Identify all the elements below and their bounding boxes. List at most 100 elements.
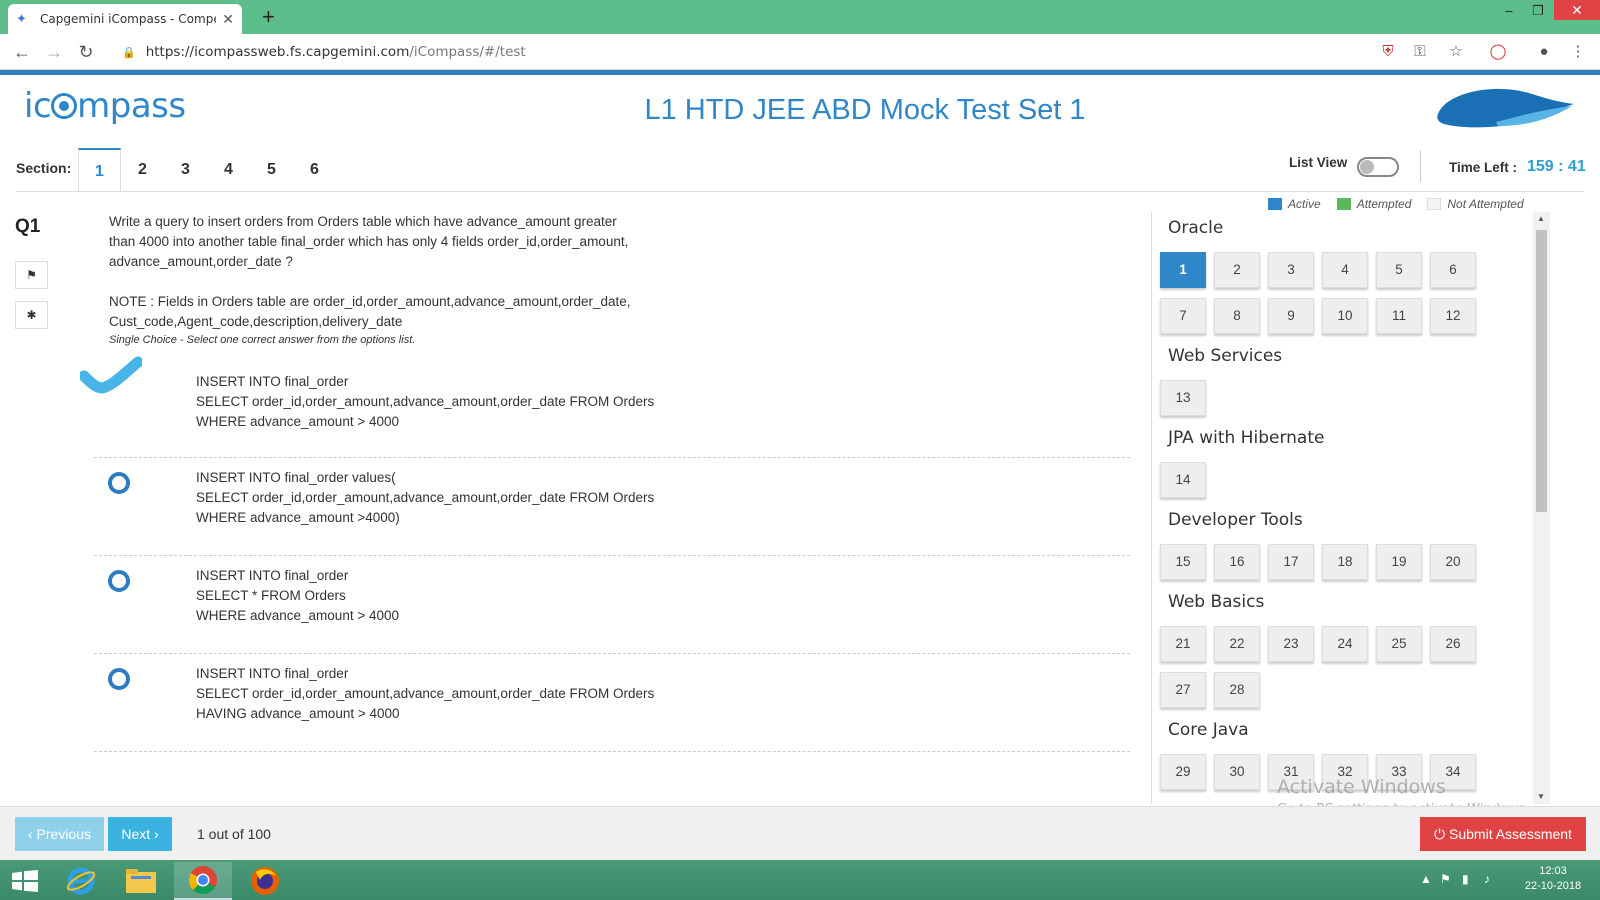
question-nav-button[interactable]: 12 [1430, 298, 1476, 334]
question-nav-button[interactable]: 15 [1160, 544, 1206, 580]
section-tab-2[interactable]: 2 [121, 148, 164, 192]
option-2[interactable]: INSERT INTO final_order values( SELECT o… [94, 458, 1130, 556]
legend-attempted-label: Attempted [1356, 197, 1412, 211]
tray-expand-icon[interactable]: ▲ [1420, 872, 1432, 886]
section-tab-6[interactable]: 6 [293, 148, 336, 192]
question-nav-button[interactable]: 18 [1322, 544, 1368, 580]
question-nav-button[interactable]: 19 [1376, 544, 1422, 580]
scroll-up-icon[interactable]: ▲ [1537, 214, 1545, 223]
internet-explorer-icon[interactable] [52, 862, 110, 900]
question-nav-button[interactable]: 27 [1160, 672, 1206, 708]
taskbar-clock[interactable]: 12:03 22-10-2018 [1518, 864, 1588, 894]
back-icon[interactable]: ← [10, 40, 34, 64]
chrome-icon[interactable] [174, 862, 232, 900]
firefox-icon[interactable] [236, 862, 294, 900]
question-nav-button[interactable]: 11 [1376, 298, 1422, 334]
network-icon[interactable]: ▮ [1462, 872, 1469, 886]
scroll-thumb[interactable] [1536, 230, 1547, 512]
option-3-text: INSERT INTO final_order SELECT * FROM Or… [196, 568, 399, 623]
question-nav-button[interactable]: 23 [1268, 626, 1314, 662]
option-1-text: INSERT INTO final_order SELECT order_id,… [196, 374, 655, 429]
tab-title: Capgemini iCompass - Competen [40, 12, 216, 26]
question-nav-button[interactable]: 16 [1214, 544, 1260, 580]
question-nav-button[interactable]: 9 [1268, 298, 1314, 334]
question-nav-button[interactable]: 24 [1322, 626, 1368, 662]
restore-icon[interactable]: ❐ [1524, 0, 1552, 22]
legend-active-swatch [1268, 198, 1282, 210]
window-close-icon[interactable]: ✕ [1554, 0, 1600, 20]
lock-icon: 🔒 [122, 46, 136, 59]
file-explorer-icon[interactable] [112, 862, 170, 900]
question-nav-button[interactable]: 8 [1214, 298, 1260, 334]
question-nav-button[interactable]: 2 [1214, 252, 1260, 288]
option-2-radio[interactable] [108, 472, 130, 494]
forward-icon[interactable]: → [42, 40, 66, 64]
list-view-toggle[interactable] [1357, 157, 1399, 177]
windows-taskbar: ▲ ⚑ ▮ ♪ 12:03 22-10-2018 [0, 860, 1600, 900]
new-tab-icon[interactable]: + [262, 4, 275, 30]
selected-check-icon [80, 356, 142, 394]
minimize-icon[interactable]: – [1495, 0, 1523, 22]
section-tab-4[interactable]: 4 [207, 148, 250, 192]
group-title: Web Services [1168, 346, 1283, 366]
option-4[interactable]: INSERT INTO final_order SELECT order_id,… [94, 654, 1130, 752]
question-nav-button[interactable]: 10 [1322, 298, 1368, 334]
submit-assessment-button[interactable]: ⏻ Submit Assessment [1420, 817, 1586, 851]
group-title: JPA with Hibernate [1168, 428, 1325, 448]
question-nav-button[interactable]: 26 [1430, 626, 1476, 662]
test-title: L1 HTD JEE ABD Mock Test Set 1 [644, 94, 1086, 126]
option-3-radio[interactable] [108, 570, 130, 592]
windows-start-icon[interactable] [12, 870, 38, 892]
question-nav-button[interactable]: 30 [1214, 754, 1260, 790]
option-4-radio[interactable] [108, 668, 130, 690]
reload-icon[interactable]: ↻ [74, 40, 98, 64]
flag-question-button[interactable]: ⚑ [15, 261, 48, 289]
option-1[interactable]: INSERT INTO final_order SELECT order_id,… [80, 356, 1130, 458]
url-field[interactable]: 🔒 https://icompassweb.fs.capgemini.com/i… [110, 39, 1490, 65]
question-nav-button[interactable]: 3 [1268, 252, 1314, 288]
question-progress: 1 out of 100 [197, 826, 271, 842]
scroll-down-icon[interactable]: ▼ [1537, 792, 1545, 801]
action-center-icon[interactable]: ⚑ [1440, 872, 1451, 886]
previous-button[interactable]: ‹ Previous [15, 817, 104, 851]
toggle-knob [1360, 160, 1374, 174]
question-nav-button[interactable]: 20 [1430, 544, 1476, 580]
question-nav-button[interactable]: 5 [1376, 252, 1422, 288]
volume-icon[interactable]: ♪ [1484, 872, 1490, 886]
capgemini-logo [1437, 88, 1574, 128]
menu-icon[interactable]: ⋮ [1568, 42, 1588, 62]
section-tab-5[interactable]: 5 [250, 148, 293, 192]
question-nav-button[interactable]: 29 [1160, 754, 1206, 790]
option-3[interactable]: INSERT INTO final_order SELECT * FROM Or… [94, 556, 1130, 654]
close-tab-icon[interactable]: ✕ [222, 11, 234, 28]
question-nav-button[interactable]: 25 [1376, 626, 1422, 662]
question-nav-button[interactable]: 14 [1160, 462, 1206, 498]
section-tabs: 1 2 3 4 5 6 [78, 148, 336, 192]
opera-extension-icon[interactable]: ◯ [1488, 42, 1508, 62]
question-nav-button[interactable]: 22 [1214, 626, 1260, 662]
header-accent-bar [0, 70, 1600, 75]
question-nav-button[interactable]: 6 [1430, 252, 1476, 288]
question-nav-button[interactable]: 1 [1160, 252, 1206, 288]
next-button[interactable]: Next › [108, 817, 172, 851]
question-nav-button[interactable]: 17 [1268, 544, 1314, 580]
question-nav-button[interactable]: 7 [1160, 298, 1206, 334]
report-issue-button[interactable]: ✱ [15, 301, 48, 329]
question-nav-button[interactable]: 4 [1322, 252, 1368, 288]
bookmark-star-icon[interactable]: ☆ [1446, 42, 1466, 62]
question-nav-button[interactable]: 21 [1160, 626, 1206, 662]
group-title: Web Basics [1168, 592, 1265, 612]
footer-bar: ‹ Previous Next › 1 out of 100 ⏻ Submit … [0, 806, 1600, 860]
section-tab-1[interactable]: 1 [78, 148, 121, 192]
header-divider [1420, 150, 1421, 182]
profile-icon[interactable]: ● [1534, 42, 1554, 62]
time-left-label: Time Left : [1449, 160, 1518, 175]
question-nav-button[interactable]: 13 [1160, 380, 1206, 416]
navigator-scrollbar[interactable]: ▲ ▼ [1533, 212, 1550, 804]
key-icon[interactable]: ⚿ [1410, 42, 1430, 62]
status-legend: Active Attempted Not Attempted [1268, 197, 1540, 211]
question-nav-button[interactable]: 28 [1214, 672, 1260, 708]
blocked-content-icon[interactable]: ⛨ [1378, 42, 1398, 62]
browser-tab[interactable]: ✦ Capgemini iCompass - Competen ✕ [8, 4, 242, 34]
section-tab-3[interactable]: 3 [164, 148, 207, 192]
